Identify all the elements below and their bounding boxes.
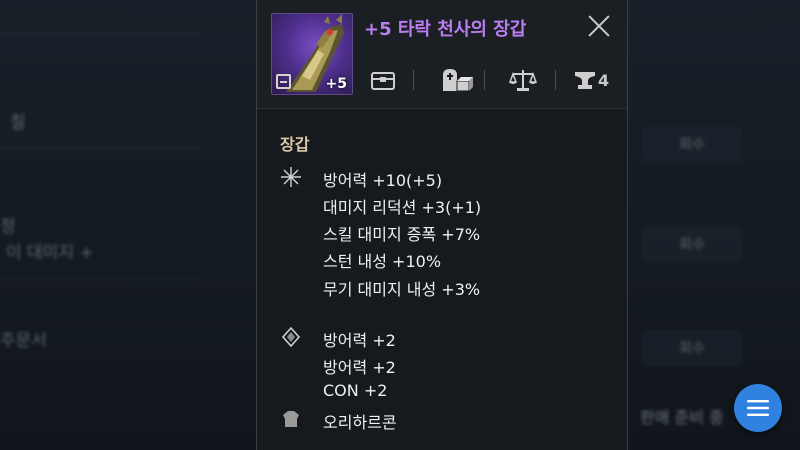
item-category: 장갑 [280, 135, 310, 154]
enchant-badge: +5 [325, 76, 347, 92]
bonus-stat-line: CON +2 [323, 381, 388, 400]
skill-stone-button[interactable] [440, 66, 474, 94]
background-text: 주문서 [0, 331, 47, 351]
enchant-count: 4 [598, 70, 610, 90]
stat-line: 대미지 리덕션 +3(+1) [323, 198, 482, 217]
bonus-stat-line: 방어력 +2 [323, 331, 396, 350]
background-text: 정 [0, 217, 16, 237]
anvil-icon [575, 72, 595, 89]
scale-icon [509, 70, 537, 91]
tooltip-header: +5 +5 타락 천사의 장갑 4 [257, 0, 627, 108]
stat-line: 스턴 내성 +10% [323, 252, 442, 271]
background-button: 회수 [642, 330, 742, 366]
toolbar-divider [555, 70, 556, 90]
toolbar-divider [484, 70, 485, 90]
background-button: 회수 [642, 126, 742, 162]
background-right-list: 회수 회수 회수 판매 준비 중 [630, 0, 800, 450]
background-button: 회수 [642, 226, 742, 262]
background-text: 이 대미지 + [6, 243, 94, 263]
item-title: +5 타락 천사의 장갑 [364, 19, 527, 40]
menu-button[interactable] [734, 384, 782, 432]
close-button[interactable] [587, 14, 611, 38]
lock-icon[interactable] [276, 74, 291, 89]
sparkle-icon [281, 167, 301, 187]
background-text: 판매 준비 중 [640, 408, 724, 427]
header-divider [257, 108, 627, 109]
gem-icon [281, 327, 301, 347]
stat-line: 스킬 대미지 증폭 +7% [323, 225, 481, 244]
bonus-stat-line: 방어력 +2 [323, 358, 396, 377]
material-text: 오리하르콘 [323, 413, 397, 432]
background-left-list: 칠 정 이 대미지 + 주문서 [0, 0, 256, 450]
stat-line: 무기 대미지 내성 +3% [323, 280, 481, 299]
toolbar-divider [413, 70, 414, 90]
stat-line: 방어력 +10(+5) [323, 171, 443, 190]
skill-stone-icon [443, 69, 473, 92]
compare-button[interactable] [509, 66, 537, 94]
item-tooltip-panel: +5 +5 타락 천사의 장갑 4 장갑 방어력 +10(+5) 대미지 리덕션… [256, 0, 628, 450]
material-icon [283, 411, 299, 427]
storage-button[interactable] [370, 66, 396, 94]
item-thumbnail: +5 [271, 13, 353, 95]
enchant-button[interactable]: 4 [574, 66, 609, 94]
chest-icon [371, 72, 395, 90]
background-text: 칠 [10, 113, 26, 133]
item-toolbar: 4 [364, 66, 614, 94]
hamburger-icon [747, 400, 769, 416]
